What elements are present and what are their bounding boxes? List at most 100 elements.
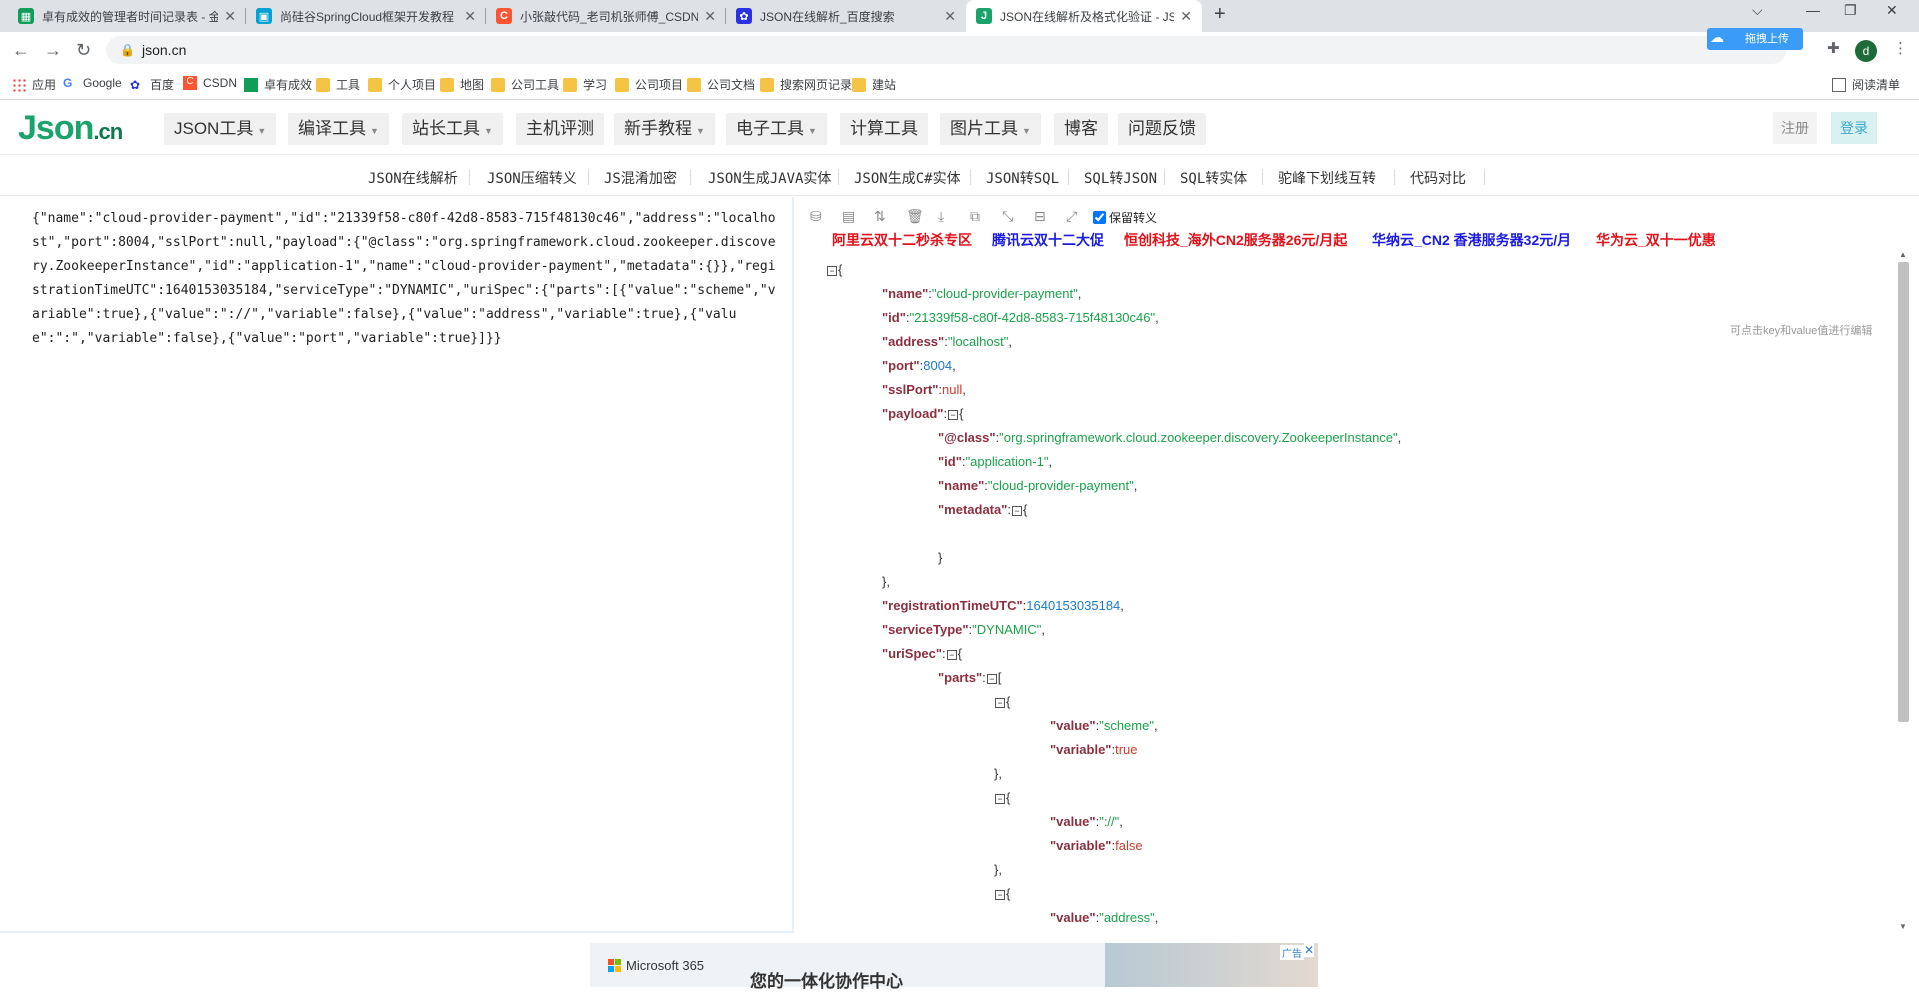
tree-row[interactable]: "id":"21339f58-c80f-42d8-8583-715f48130c… (882, 310, 1159, 325)
new-tab-icon[interactable]: + (1214, 3, 1226, 26)
tab-baidu-search[interactable]: ✿ JSON在线解析_百度搜索 ✕ (726, 0, 966, 32)
subnav-sql-to-entity[interactable]: SQL转实体 (1180, 168, 1247, 188)
copy-icon[interactable]: ⧉ (970, 208, 980, 225)
close-icon[interactable]: ✕ (224, 8, 236, 25)
bookmark-folder-tools[interactable]: 工具 (316, 76, 360, 93)
bookmark-folder-company-projects[interactable]: 公司项目 (615, 76, 683, 93)
menu-json-tools[interactable]: JSON工具 ▼ (164, 113, 277, 145)
collapse-toggle-icon[interactable]: − (1012, 505, 1023, 516)
ad-link[interactable]: 阿里云双十二秒杀专区 (832, 230, 972, 250)
scroll-down-icon[interactable]: ▼ (1899, 922, 1907, 931)
subnav-json-to-sql[interactable]: JSON转SQL (986, 168, 1059, 188)
bookmark-folder-build-site[interactable]: 建站 (852, 76, 896, 93)
menu-tutorials[interactable]: 新手教程 ▼ (614, 113, 715, 145)
bookmark-google[interactable]: G Google (63, 76, 122, 90)
expand-icon[interactable]: ⤢ (1066, 208, 1077, 225)
menu-compile-tools[interactable]: 编译工具 ▼ (288, 113, 389, 145)
bookmark-folder-map[interactable]: 地图 (440, 76, 484, 93)
menu-electronic-tools[interactable]: 电子工具 ▼ (726, 113, 827, 145)
subnav-js-obfuscate[interactable]: JS混淆加密 (604, 168, 677, 188)
bookmark-folder-company-docs[interactable]: 公司文档 (687, 76, 755, 93)
close-icon[interactable]: ✕ (464, 8, 476, 25)
tab-time-log[interactable]: ▦ 卓有成效的管理者时间记录表 - 金 ✕ (8, 0, 246, 32)
reading-list[interactable]: 阅读清单 (1832, 76, 1900, 93)
menu-webmaster-tools[interactable]: 站长工具 ▼ (402, 113, 503, 145)
collapse-toggle-icon[interactable]: − (995, 697, 1005, 708)
tree-row[interactable]: −{ (994, 886, 1010, 901)
tree-root[interactable]: −{ (826, 262, 842, 277)
tree-row[interactable]: "sslPort":null, (882, 382, 966, 397)
tree-row[interactable]: "port":8004, (882, 358, 956, 373)
bookmark-folder-personal[interactable]: 个人项目 (368, 76, 436, 93)
tree-row[interactable]: "@class":"org.springframework.cloud.zook… (938, 430, 1401, 445)
tree-row[interactable]: "value":"://", (1050, 814, 1123, 829)
subnav-sql-to-json[interactable]: SQL转JSON (1084, 168, 1157, 188)
tree-row[interactable]: "name":"cloud-provider-payment", (882, 286, 1081, 301)
site-logo[interactable]: Json.cn (18, 109, 123, 148)
tree-row[interactable]: "address":"localhost", (882, 334, 1012, 349)
chevron-down-icon[interactable]: ⌵ (1752, 2, 1763, 19)
menu-icon[interactable]: ⋮ (1893, 39, 1908, 57)
menu-blog[interactable]: 博客 (1054, 113, 1108, 145)
menu-calc-tools[interactable]: 计算工具 (840, 113, 928, 145)
menu-host-review[interactable]: 主机评测 (516, 113, 604, 145)
subnav-camel-underscore[interactable]: 驼峰下划线互转 (1278, 168, 1376, 188)
tree-row[interactable]: "variable":false (1050, 838, 1143, 853)
tree-row[interactable]: "value":"scheme", (1050, 718, 1158, 733)
close-icon[interactable]: ✕ (704, 8, 716, 25)
bookmark-baidu[interactable]: ✿ 百度 (130, 76, 174, 93)
subnav-json-to-java[interactable]: JSON生成JAVA实体 (708, 168, 831, 188)
subnav-json-parse[interactable]: JSON在线解析 (368, 168, 458, 188)
collapse-toggle-icon[interactable]: − (995, 793, 1005, 804)
login-button[interactable]: 登录 (1831, 112, 1877, 144)
bookmark-zhuoyou[interactable]: 卓有成效 (244, 76, 312, 93)
back-icon[interactable]: ← (12, 40, 30, 61)
tree-row[interactable]: "registrationTimeUTC":1640153035184, (882, 598, 1124, 613)
keep-escape-checkbox[interactable]: 保留转义 (1093, 209, 1157, 226)
close-icon[interactable]: ✕ (1304, 943, 1315, 957)
collapse-icon[interactable]: ⊟ (1034, 208, 1046, 225)
tree-row[interactable]: −{ (994, 790, 1010, 805)
menu-image-tools[interactable]: 图片工具 ▼ (940, 113, 1041, 145)
ad-link[interactable]: 腾讯云双十二大促 (992, 230, 1104, 250)
tree-row[interactable]: "serviceType":"DYNAMIC", (882, 622, 1045, 637)
json-input-editor[interactable]: {"name":"cloud-provider-payment","id":"2… (0, 197, 794, 933)
close-icon[interactable]: ✕ (944, 8, 956, 25)
trash-icon[interactable]: 🗑 (906, 208, 924, 225)
subnav-json-compress[interactable]: JSON压缩转义 (487, 168, 577, 188)
forward-icon[interactable]: → (44, 40, 62, 61)
collapse-toggle-icon[interactable]: − (827, 265, 837, 276)
bookmark-folder-company-tools[interactable]: 公司工具 (491, 76, 559, 93)
sort-icon[interactable]: ⇅ (874, 208, 886, 225)
bookmark-folder-search-history[interactable]: 搜索网页记录 (760, 76, 852, 93)
bookmark-csdn[interactable]: C CSDN (183, 76, 237, 90)
collapse-toggle-icon[interactable]: − (948, 409, 959, 420)
ad-link[interactable]: 恒创科技_海外CN2服务器26元/月起 (1124, 230, 1347, 250)
tree-row[interactable]: "id":"application-1", (938, 454, 1052, 469)
collapse-toggle-icon[interactable]: − (986, 673, 997, 684)
register-button[interactable]: 注册 (1773, 112, 1817, 144)
subnav-code-diff[interactable]: 代码对比 (1410, 168, 1466, 188)
close-window-icon[interactable]: ✕ (1886, 2, 1898, 19)
menu-feedback[interactable]: 问题反馈 (1118, 113, 1206, 145)
tree-row[interactable]: −{ (994, 694, 1010, 709)
reload-icon[interactable]: ↻ (76, 40, 91, 61)
scrollbar-thumb[interactable] (1898, 262, 1909, 722)
bookmark-folder-study[interactable]: 学习 (563, 76, 607, 93)
collapse-toggle-icon[interactable]: − (946, 649, 957, 660)
scroll-up-icon[interactable]: ▲ (1899, 250, 1907, 259)
checkbox[interactable] (1093, 211, 1106, 224)
tree-row[interactable]: "uriSpec": −{ (882, 646, 962, 661)
download-icon[interactable]: ⤓ (938, 208, 944, 225)
compress-icon[interactable]: ⤡ (1002, 208, 1013, 225)
tab-json-cn[interactable]: J JSON在线解析及格式化验证 - JS ✕ (966, 0, 1202, 32)
bottom-ad-banner[interactable]: Microsoft 365 您的一体化协作中心 广告 ✕ (590, 943, 1318, 991)
lock-icon[interactable]: 🔒 (120, 36, 135, 64)
minimize-icon[interactable]: — (1806, 2, 1820, 18)
subnav-json-to-csharp[interactable]: JSON生成C#实体 (854, 168, 961, 188)
tree-row[interactable]: "variable":true (1050, 742, 1138, 757)
tree-row[interactable]: "value":"address", (1050, 910, 1158, 925)
address-bar[interactable]: 🔒 json.cn (106, 36, 1786, 64)
collapse-toggle-icon[interactable]: − (995, 889, 1005, 900)
close-icon[interactable]: ✕ (1180, 8, 1192, 25)
